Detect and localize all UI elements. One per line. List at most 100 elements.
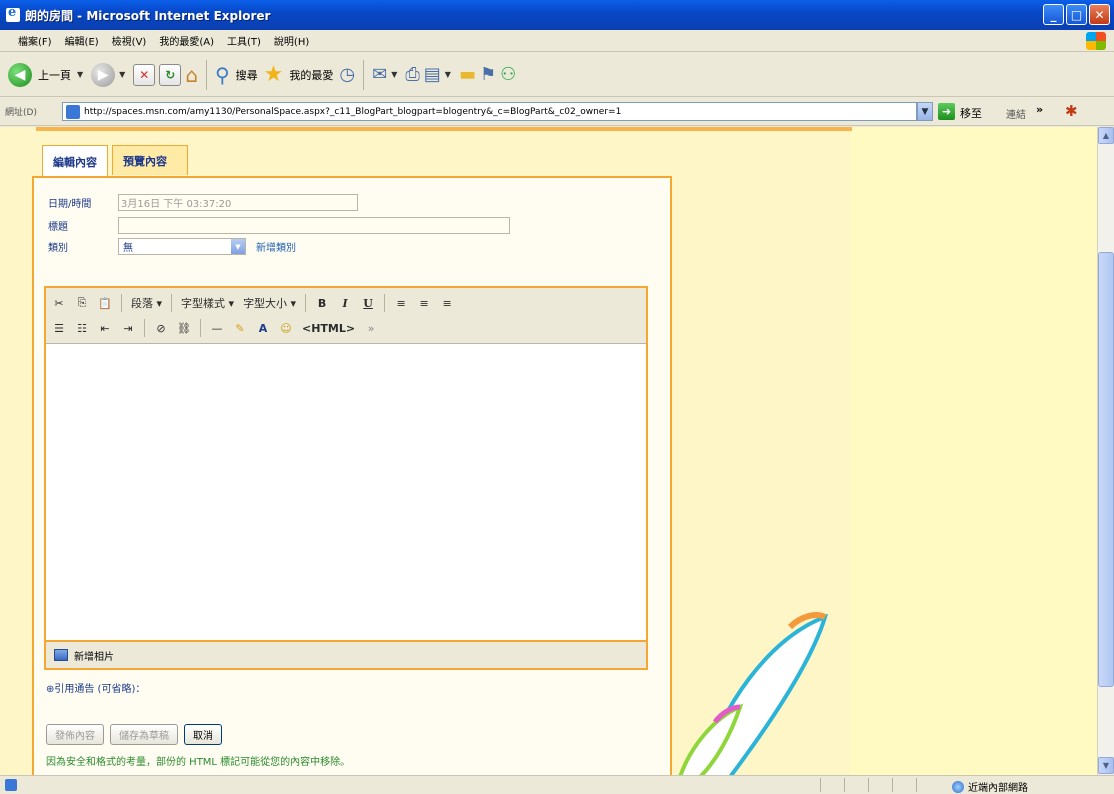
forward-dropdown-icon[interactable]: ▼ (119, 70, 125, 79)
indent-icon[interactable]: ⇥ (121, 322, 135, 335)
home-icon[interactable]: ⌂ (185, 63, 198, 87)
status-cell (820, 778, 844, 792)
maximize-button[interactable]: □ (1066, 4, 1087, 25)
outdent-icon[interactable]: ⇤ (98, 322, 112, 335)
mail-dropdown-icon[interactable]: ▼ (391, 70, 397, 79)
print-icon[interactable]: ⎙ (405, 64, 419, 85)
rte-separator (384, 294, 386, 312)
back-arrow-icon[interactable]: ◀ (8, 62, 32, 87)
rte-toolbar: ✂ ⎘ 📋 段落 ▾ 字型樣式 ▾ 字型大小 ▾ B I U ≡ ≡ ≡ ☰ ☷… (46, 288, 646, 344)
numbered-list-icon[interactable]: ☰ (52, 322, 66, 335)
scroll-up-icon[interactable]: ▲ (1098, 127, 1114, 144)
chevron-down-icon[interactable]: ▼ (231, 239, 245, 254)
font-size-dropdown[interactable]: 字型大小 ▾ (243, 295, 296, 311)
address-input[interactable]: http://spaces.msn.com/amy1130/PersonalSp… (62, 102, 917, 121)
close-button[interactable]: ✕ (1089, 4, 1110, 25)
links-label[interactable]: 連結 (1006, 106, 1026, 121)
tab-edit-content[interactable]: 編輯內容 (42, 145, 108, 177)
research-icon[interactable]: ⚑ (480, 64, 496, 85)
underline-button[interactable]: U (361, 297, 375, 310)
right-panel (850, 127, 1097, 775)
category-value: 無 (123, 243, 133, 254)
status-cell (892, 778, 916, 792)
italic-button[interactable]: I (338, 297, 352, 310)
add-photo-bar[interactable]: 新增相片 (44, 642, 648, 670)
horizontal-rule-icon[interactable]: — (210, 322, 224, 335)
history-icon[interactable]: ◷ (339, 64, 355, 85)
paste-icon[interactable]: 📋 (98, 297, 112, 310)
remove-link-icon[interactable]: ⊘ (154, 322, 168, 335)
menu-view[interactable]: 檢視(V) (112, 33, 147, 48)
refresh-icon[interactable]: ↻ (159, 63, 182, 86)
rte-separator (144, 319, 145, 337)
font-style-dropdown[interactable]: 字型樣式 ▾ (181, 295, 234, 311)
search-icon[interactable]: ⚲ (215, 63, 230, 87)
publish-button[interactable]: 發佈內容 (46, 724, 104, 745)
stop-icon[interactable]: ✕ (133, 63, 156, 86)
forward-arrow-icon[interactable]: ▶ (91, 62, 116, 87)
cut-icon[interactable]: ✂ (52, 297, 66, 310)
messenger-icon[interactable]: ⚇ (500, 64, 516, 85)
edit-dropdown-icon[interactable]: ▼ (445, 70, 451, 79)
more-options-icon[interactable]: » (364, 322, 378, 335)
add-photo-label[interactable]: 新增相片 (74, 648, 114, 663)
highlight-icon[interactable]: ✎ (233, 322, 247, 335)
title-input[interactable] (118, 217, 510, 234)
emoticon-icon[interactable]: ☺ (279, 322, 293, 335)
menu-help[interactable]: 說明(H) (274, 33, 309, 48)
bold-button[interactable]: B (315, 297, 329, 310)
rich-text-editor: ✂ ⎘ 📋 段落 ▾ 字型樣式 ▾ 字型大小 ▾ B I U ≡ ≡ ≡ ☰ ☷… (44, 286, 648, 642)
mail-icon[interactable]: ✉ (372, 64, 387, 85)
intranet-globe-icon (952, 780, 964, 793)
toolbar-extension-icon[interactable]: ✱ (1065, 102, 1078, 120)
category-row: 類別 無 ▼ 新增類別 (48, 238, 296, 255)
scroll-down-icon[interactable]: ▼ (1098, 757, 1114, 774)
page-status-icon (5, 779, 17, 791)
rte-separator (200, 319, 201, 337)
links-more-icon[interactable]: » (1036, 103, 1043, 116)
security-zone: 近端內部網路 (952, 779, 1028, 794)
vertical-scrollbar[interactable]: ▲ ▼ (1097, 127, 1114, 775)
back-dropdown-icon[interactable]: ▼ (77, 70, 83, 79)
align-left-icon[interactable]: ≡ (394, 297, 408, 310)
menu-favorites[interactable]: 我的最愛(A) (159, 33, 214, 48)
align-right-icon[interactable]: ≡ (440, 297, 454, 310)
address-bar: 網址(D) http://spaces.msn.com/amy1130/Pers… (0, 98, 1114, 126)
menu-bar: 檔案(F) 編輯(E) 檢視(V) 我的最愛(A) 工具(T) 說明(H) (0, 30, 1114, 52)
favorites-label[interactable]: 我的最愛 (289, 67, 333, 83)
title-row: 標題 (48, 217, 510, 234)
paragraph-dropdown[interactable]: 段落 ▾ (131, 295, 162, 311)
bullet-list-icon[interactable]: ☷ (75, 322, 89, 335)
copy-icon[interactable]: ⎘ (75, 296, 89, 310)
tab-preview-content[interactable]: 預覽內容 (112, 145, 188, 175)
edit-page-icon[interactable]: ▤ (424, 64, 441, 85)
address-dropdown-icon[interactable]: ▼ (917, 102, 933, 121)
rte-body[interactable] (46, 345, 646, 639)
menu-tools[interactable]: 工具(T) (227, 33, 261, 48)
insert-link-icon[interactable]: ⛓ (177, 322, 191, 335)
save-draft-button[interactable]: 儲存為草稿 (110, 724, 178, 745)
folder-icon[interactable]: ▬ (459, 64, 476, 85)
menu-edit[interactable]: 編輯(E) (65, 33, 99, 48)
go-arrow-icon[interactable]: ➜ (938, 103, 955, 120)
html-mode-button[interactable]: <HTML> (302, 322, 355, 335)
align-center-icon[interactable]: ≡ (417, 297, 431, 310)
search-label[interactable]: 搜尋 (236, 67, 258, 83)
menu-file[interactable]: 檔案(F) (18, 33, 52, 48)
cancel-button[interactable]: 取消 (184, 724, 222, 745)
minimize-button[interactable]: _ (1043, 4, 1064, 25)
back-label[interactable]: 上一頁 (38, 67, 71, 83)
new-category-link[interactable]: 新增類別 (256, 239, 296, 254)
date-field[interactable]: 3月16日 下午 03:37:20 (118, 194, 358, 211)
status-cells (820, 778, 940, 792)
font-color-icon[interactable]: A (256, 322, 270, 335)
address-url[interactable]: http://spaces.msn.com/amy1130/PersonalSp… (84, 107, 914, 117)
favorites-star-icon[interactable]: ★ (264, 62, 284, 87)
editor-panel: 日期/時間 3月16日 下午 03:37:20 標題 類別 無 ▼ 新增類別 ✂… (32, 176, 672, 775)
go-button[interactable]: 移至 (960, 105, 982, 121)
scroll-thumb[interactable] (1098, 252, 1114, 687)
trackback-link[interactable]: ⊕引用通告 (可省略)： (46, 680, 145, 695)
rte-separator (121, 294, 122, 312)
toolbar-separator (206, 59, 208, 90)
category-select[interactable]: 無 ▼ (118, 238, 246, 255)
